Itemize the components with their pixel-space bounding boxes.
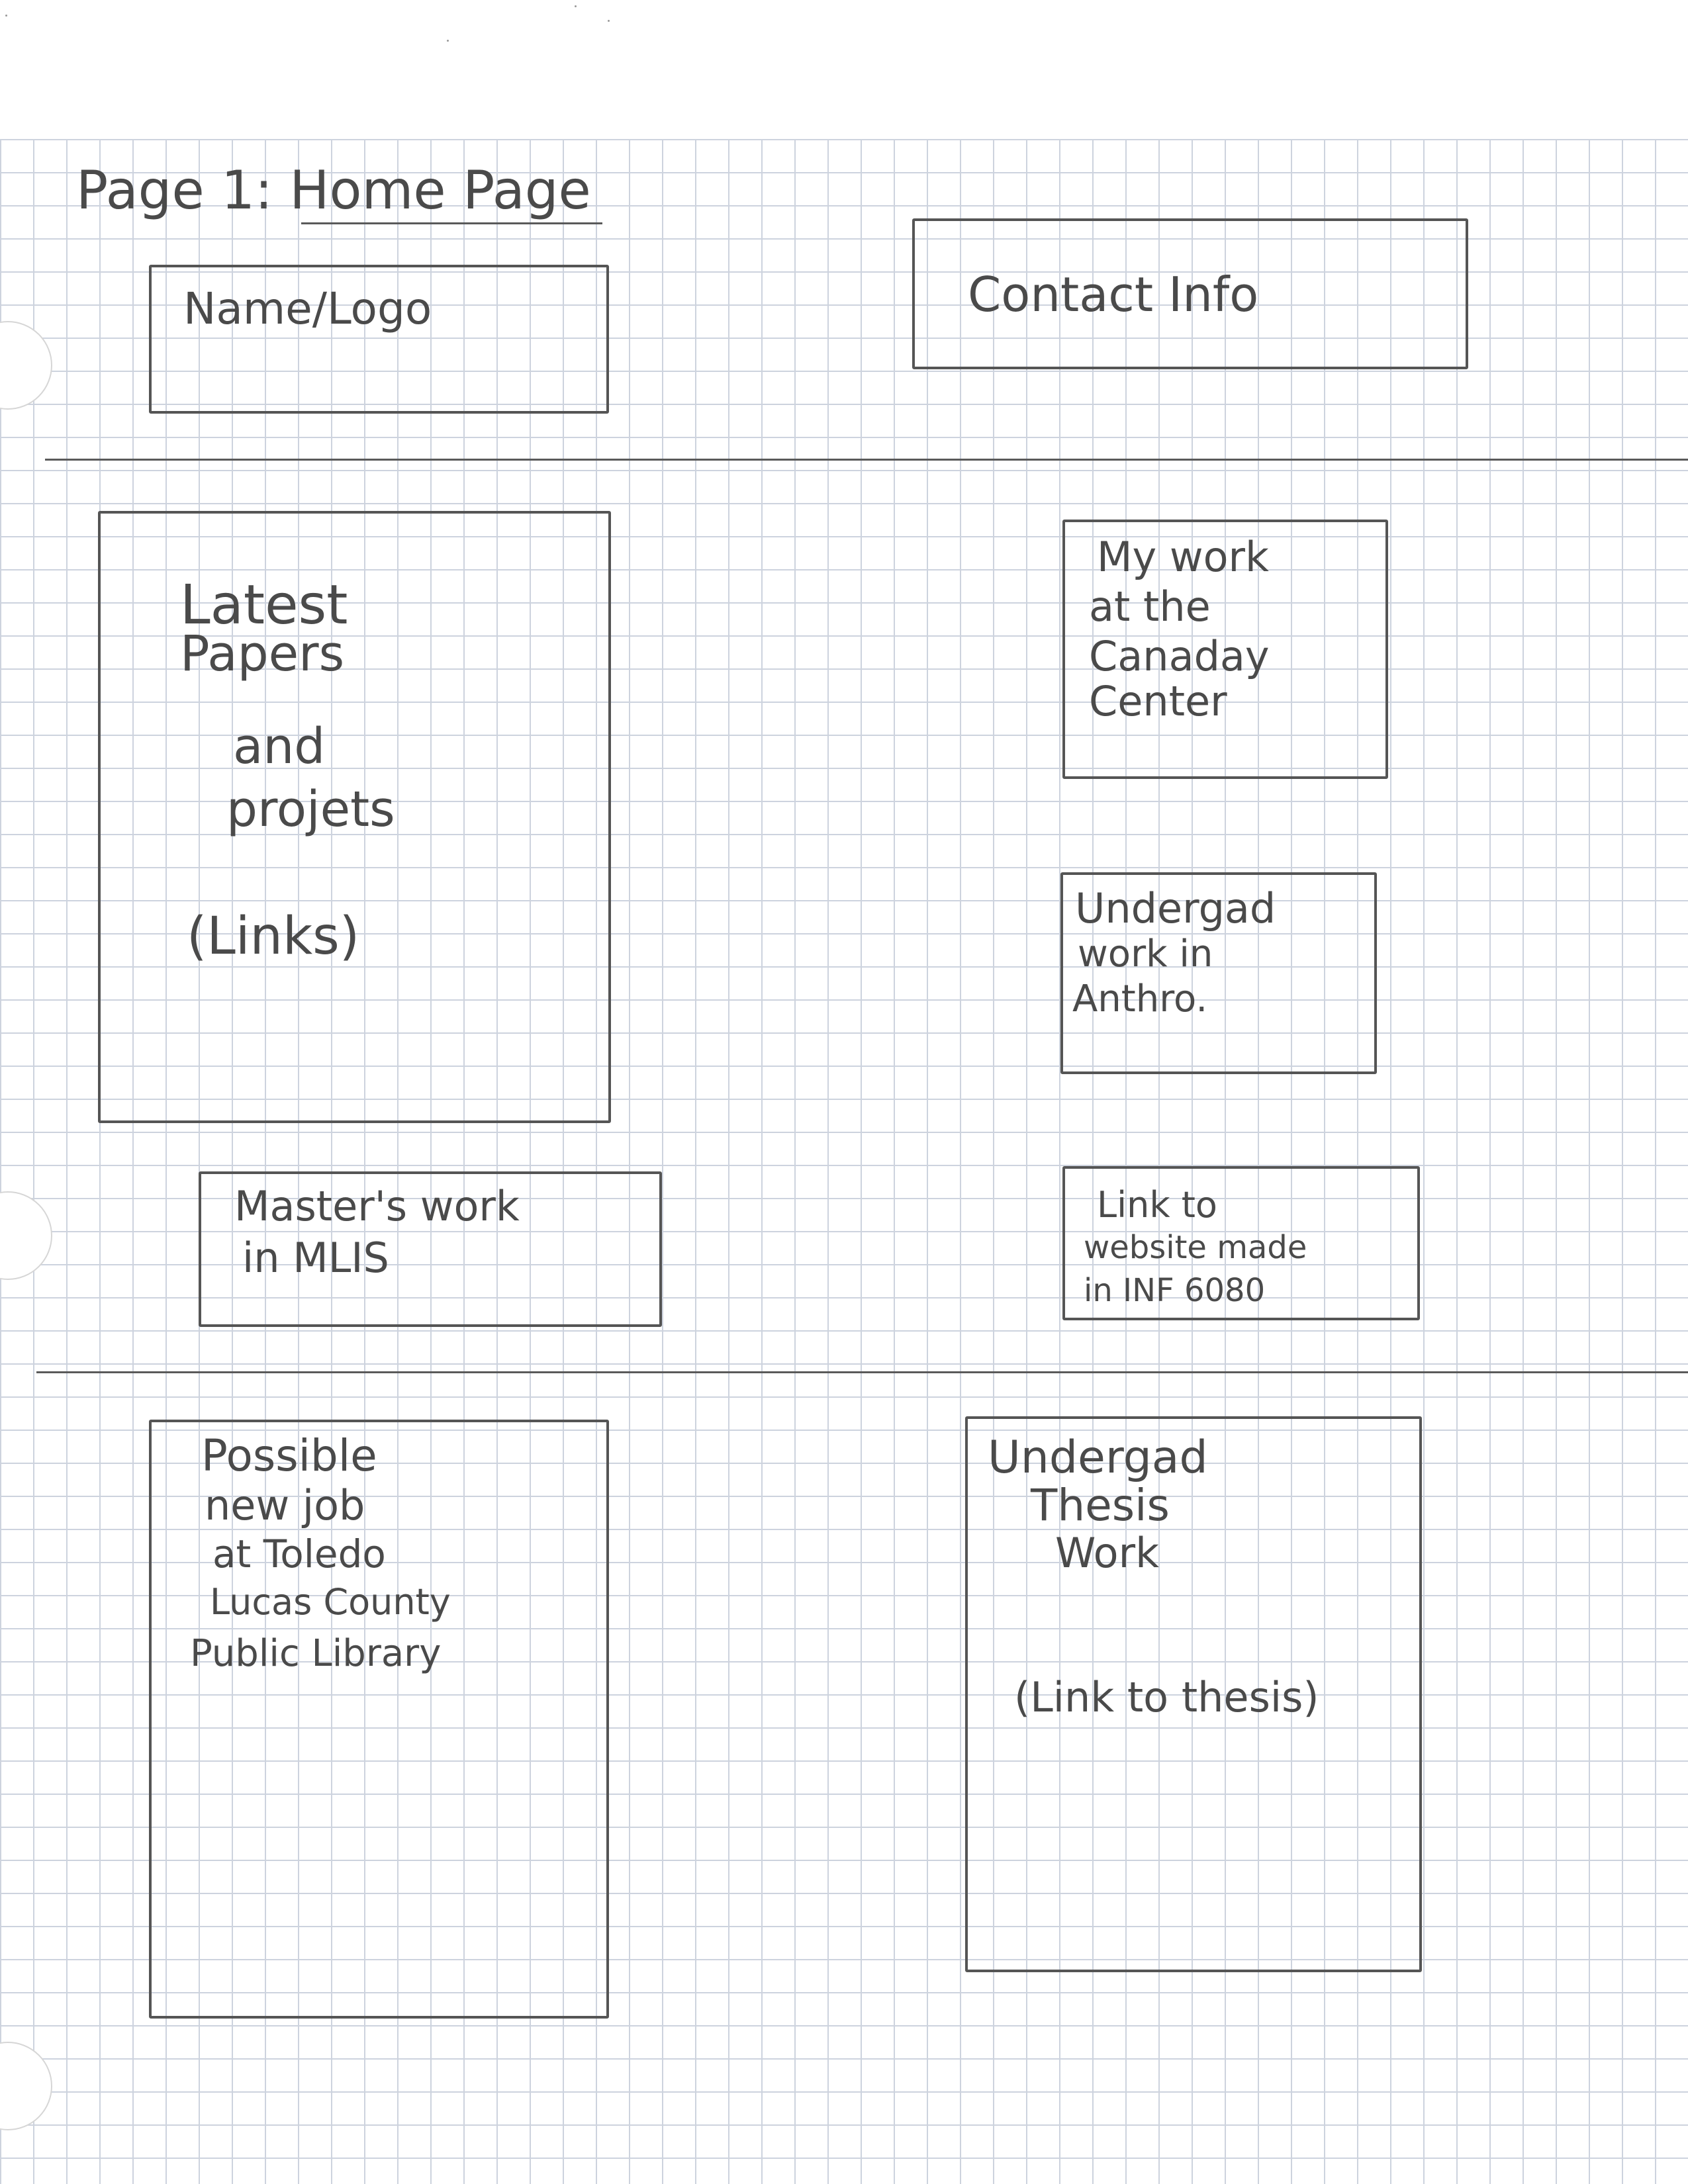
scan-speck [608, 20, 610, 22]
latest-papers-line2: Papers [180, 625, 345, 682]
website-line2: website made [1084, 1229, 1307, 1266]
name-logo-box: Name/Logo [149, 265, 609, 414]
canaday-center-box: My work at the Canaday Center [1062, 520, 1388, 779]
scan-speck [575, 5, 577, 7]
new-job-line2: new job [205, 1481, 365, 1529]
contact-info-box: Contact Info [912, 218, 1468, 369]
canaday-line2: at the [1089, 582, 1211, 631]
thesis-line3: Work [1055, 1529, 1159, 1577]
thesis-line1: Undergad [988, 1432, 1208, 1484]
scan-speck [447, 40, 449, 42]
canaday-line4: Center [1089, 677, 1227, 725]
latest-papers-box: Latest Papers and projets (Links) [98, 511, 611, 1123]
page-title-underline [301, 222, 602, 224]
anthro-line1: Undergad [1075, 884, 1276, 933]
website-line3: in INF 6080 [1084, 1272, 1266, 1309]
masters-mlis-box: Master's work in MLIS [199, 1171, 662, 1327]
anthro-line2: work in [1078, 933, 1213, 976]
latest-papers-line4: projets [226, 781, 395, 838]
latest-papers-line5: (Links) [187, 907, 360, 966]
name-logo-label: Name/Logo [183, 283, 432, 334]
canaday-line3: Canaday [1089, 632, 1270, 680]
contact-info-label: Contact Info [968, 267, 1259, 322]
website-line1: Link to [1097, 1184, 1217, 1226]
new-job-box: Possible new job at Toledo Lucas County … [149, 1420, 609, 2019]
header-divider [45, 459, 1688, 461]
scan-speck [5, 15, 7, 17]
middle-divider [36, 1371, 1688, 1373]
new-job-line4: Lucas County [210, 1581, 451, 1623]
website-link-box: Link to website made in INF 6080 [1062, 1166, 1420, 1320]
latest-papers-line3: and [233, 718, 326, 775]
undergrad-thesis-box: Undergad Thesis Work (Link to thesis) [965, 1416, 1422, 1972]
thesis-line2: Thesis [1031, 1480, 1170, 1531]
masters-line2: in MLIS [242, 1234, 389, 1282]
canaday-line1: My work [1097, 533, 1269, 581]
new-job-line5: Public Library [190, 1632, 442, 1675]
anthro-line3: Anthro. [1072, 978, 1208, 1021]
new-job-line3: at Toledo [212, 1531, 386, 1576]
thesis-line4: (Link to thesis) [1014, 1673, 1319, 1721]
masters-line1: Master's work [234, 1182, 520, 1230]
undergrad-anthro-box: Undergad work in Anthro. [1060, 872, 1377, 1074]
latest-papers-line1: Latest [180, 574, 348, 637]
page-title: Page 1: Home Page [76, 159, 591, 221]
new-job-line1: Possible [201, 1430, 377, 1481]
